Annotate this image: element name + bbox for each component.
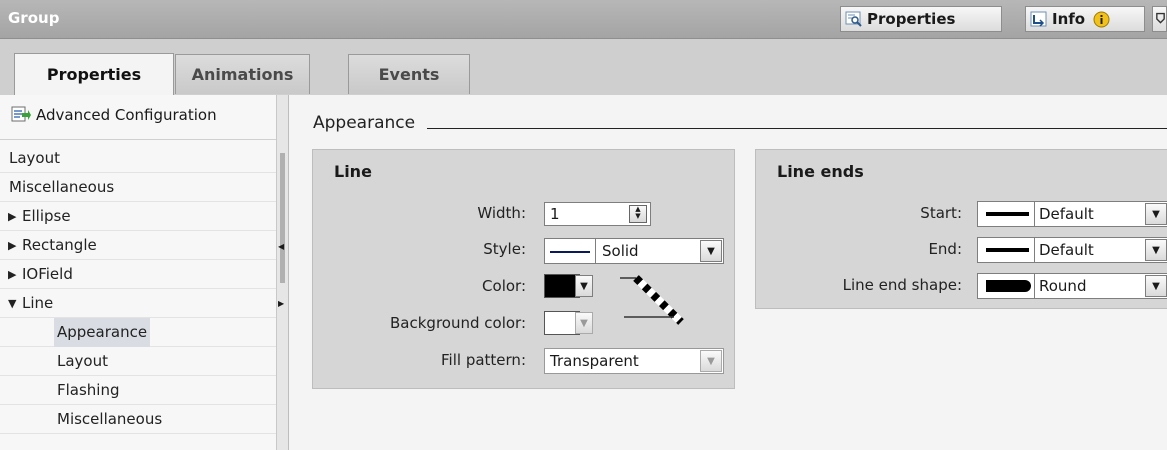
section-title: Appearance: [313, 113, 416, 133]
line-preview-icon: [620, 275, 684, 325]
line-ends-panel: Line ends Start: Default ▼ End: Default …: [755, 149, 1167, 309]
style-label: Style:: [483, 240, 526, 258]
info-arrows-icon: [1030, 11, 1047, 27]
info-toolbar-button[interactable]: Info: [1025, 6, 1145, 32]
expand-right-icon[interactable]: ▶: [8, 202, 16, 231]
nav-item-label: Miscellaneous: [9, 178, 115, 196]
fill-pattern-dropdown[interactable]: Transparent ▼: [544, 348, 724, 374]
expand-right-icon[interactable]: ▶: [278, 299, 284, 308]
panel-splitter[interactable]: ◀ ▶: [276, 95, 289, 450]
nav-item-label: Appearance: [54, 318, 151, 347]
nav-item-ellipse[interactable]: ▶ Ellipse: [0, 202, 276, 231]
dropdown-separator: [1034, 238, 1035, 262]
start-label: Start:: [920, 204, 962, 222]
line-end-shape-label: Line end shape:: [842, 276, 962, 294]
tab-animations[interactable]: Animations: [175, 54, 310, 94]
start-value: Default: [1039, 205, 1094, 223]
width-value: 1: [550, 205, 560, 223]
line-end-shape-value: Round: [1039, 277, 1087, 295]
chevron-down-icon[interactable]: ▼: [1145, 239, 1167, 261]
section-divider: [427, 128, 1167, 129]
chevron-down-icon[interactable]: ▼: [700, 240, 722, 262]
advanced-configuration-icon: [11, 106, 31, 122]
nav-item-line-appearance[interactable]: Appearance: [0, 318, 276, 347]
collapse-left-icon[interactable]: ◀: [278, 242, 284, 251]
nav-item-label: IOField: [22, 265, 73, 283]
splitter-grip[interactable]: [280, 153, 285, 283]
chevron-down-icon[interactable]: ▼: [575, 312, 593, 334]
nav-item-label: Miscellaneous: [57, 410, 163, 428]
properties-toolbar-label: Properties: [867, 10, 956, 28]
expand-right-icon[interactable]: ▶: [8, 260, 16, 289]
title-bar: Group Properties Info: [0, 0, 1167, 39]
nav-item-rectangle[interactable]: ▶ Rectangle: [0, 231, 276, 260]
round-end-preview: [986, 280, 1031, 292]
nav-item-label: Flashing: [57, 381, 120, 399]
fill-pattern-label: Fill pattern:: [441, 351, 526, 369]
color-label: Color:: [482, 277, 526, 295]
dropdown-separator: [1034, 274, 1035, 298]
dropdown-separator: [595, 239, 596, 263]
properties-magnifier-icon: [845, 11, 862, 27]
line-end-shape-dropdown[interactable]: Round ▼: [977, 273, 1167, 299]
chevron-down-icon[interactable]: ▼: [700, 350, 722, 372]
background-color-label: Background color:: [390, 314, 526, 332]
advanced-configuration-label: Advanced Configuration: [36, 106, 217, 124]
end-label: End:: [928, 240, 962, 258]
line-panel-title: Line: [334, 162, 372, 181]
tab-properties[interactable]: Properties: [14, 53, 174, 95]
property-navigation: Advanced Configuration Layout Miscellane…: [0, 95, 276, 450]
nav-item-line-layout[interactable]: Layout: [0, 347, 276, 376]
nav-item-label: Rectangle: [22, 236, 97, 254]
nav-item-layout[interactable]: Layout: [0, 144, 276, 173]
line-ends-panel-title: Line ends: [777, 162, 864, 181]
nav-item-label: Line: [22, 294, 54, 312]
tab-strip: Properties Animations Events: [0, 39, 1167, 96]
width-label: Width:: [477, 204, 526, 222]
nav-item-line-flashing[interactable]: Flashing: [0, 376, 276, 405]
style-value: Solid: [602, 242, 639, 260]
nav-item-iofield[interactable]: ▶ IOField: [0, 260, 276, 289]
spin-updown-icon[interactable]: ▲ ▼: [629, 205, 647, 223]
chevron-down-icon[interactable]: ▼: [1145, 203, 1167, 225]
line-end-preview: [986, 248, 1029, 252]
width-stepper[interactable]: 1 ▲ ▼: [544, 202, 651, 226]
expand-right-icon[interactable]: ▶: [8, 231, 16, 260]
tab-events[interactable]: Events: [348, 54, 470, 94]
info-toolbar-label: Info: [1052, 10, 1086, 28]
window-title: Group: [8, 9, 60, 27]
line-panel: Line Width: 1 ▲ ▼ Style: Solid ▼ Color: ▼…: [312, 149, 735, 389]
nav-item-miscellaneous[interactable]: Miscellaneous: [0, 173, 276, 202]
nav-item-line[interactable]: ▼ Line: [0, 289, 276, 318]
line-end-preview: [986, 212, 1029, 216]
end-dropdown[interactable]: Default ▼: [977, 237, 1167, 263]
nav-item-line-miscellaneous[interactable]: Miscellaneous: [0, 405, 276, 434]
properties-toolbar-button[interactable]: Properties: [840, 6, 1002, 32]
chevron-down-icon[interactable]: ▼: [1145, 275, 1167, 297]
end-value: Default: [1039, 241, 1094, 259]
properties-content: Appearance Line Width: 1 ▲ ▼ Style: Solid…: [289, 95, 1167, 450]
diagnostics-icon: [1156, 12, 1165, 24]
advanced-configuration-item[interactable]: Advanced Configuration: [0, 95, 276, 140]
info-circle-icon: [1093, 11, 1110, 27]
start-dropdown[interactable]: Default ▼: [977, 201, 1167, 227]
dropdown-separator: [1034, 202, 1035, 226]
style-dropdown[interactable]: Solid ▼: [544, 238, 724, 264]
diagnostics-toolbar-button[interactable]: [1152, 6, 1167, 32]
nav-item-label: Layout: [57, 352, 108, 370]
nav-item-label: Layout: [9, 149, 60, 167]
nav-item-label: Ellipse: [22, 207, 71, 225]
chevron-down-icon[interactable]: ▼: [575, 275, 593, 297]
fill-pattern-value: Transparent: [550, 352, 639, 370]
line-style-preview: [550, 251, 590, 253]
collapse-down-icon[interactable]: ▼: [8, 289, 16, 318]
